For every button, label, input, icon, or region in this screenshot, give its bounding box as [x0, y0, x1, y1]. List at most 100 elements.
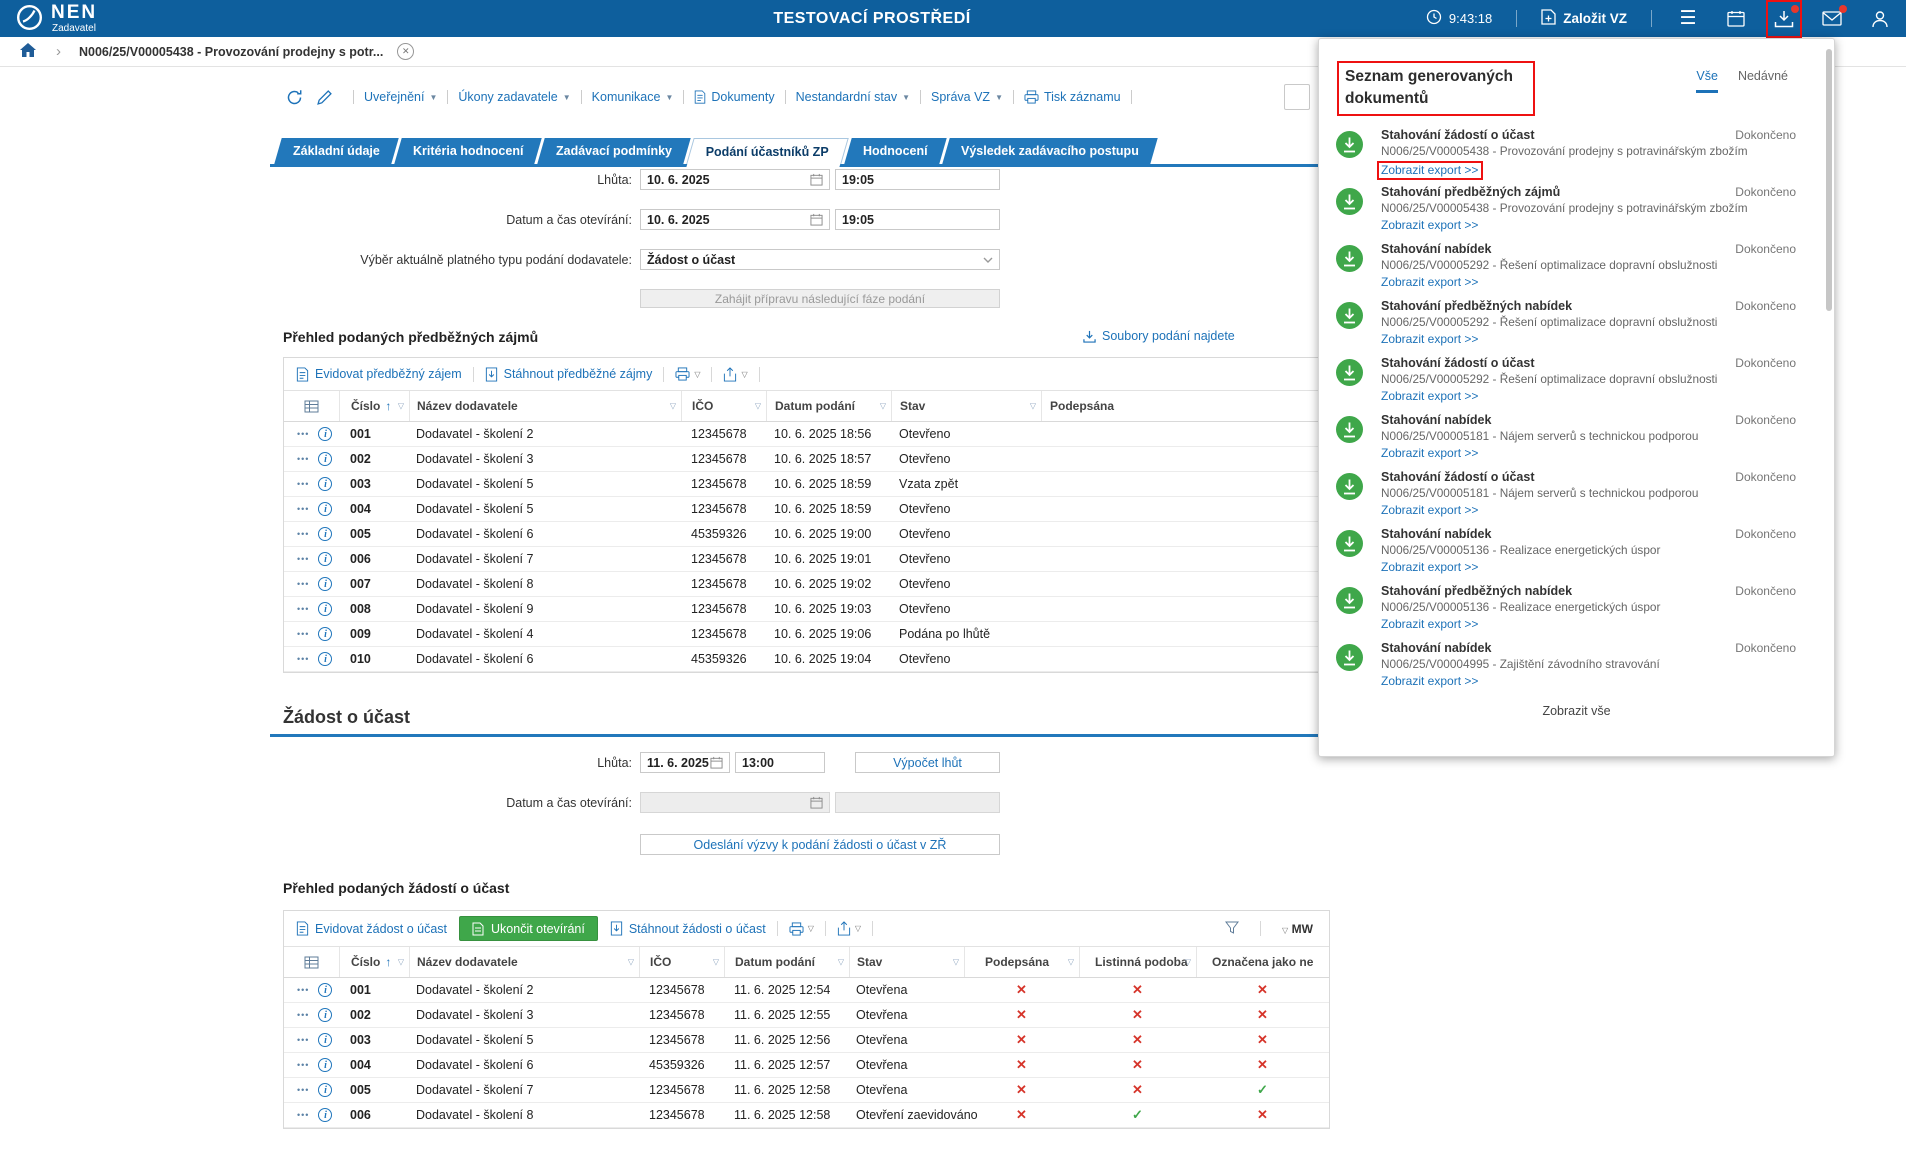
- row-info-icon[interactable]: i: [318, 577, 332, 591]
- column-cislo[interactable]: Číslo↑▽: [339, 391, 409, 421]
- oteviranai2-date-input[interactable]: [640, 792, 830, 813]
- row-info-icon[interactable]: i: [318, 1008, 332, 1022]
- menu-dokumenty[interactable]: Dokumenty: [694, 90, 774, 104]
- generated-document-item[interactable]: Stahování žádostí o účast Dokončeno N006…: [1319, 348, 1834, 405]
- menu-tisk-zaznamu[interactable]: Tisk záznamu: [1024, 90, 1121, 104]
- column-settings-header[interactable]: [284, 947, 339, 977]
- generated-document-item[interactable]: Stahování nabídek Dokončeno N006/25/V000…: [1319, 519, 1834, 576]
- column-cislo[interactable]: Číslo↑▽: [339, 947, 409, 977]
- tab-vse[interactable]: Vše: [1696, 69, 1718, 93]
- filter-caret-icon[interactable]: ▽: [398, 402, 404, 411]
- row-menu-button[interactable]: •••: [297, 1085, 309, 1095]
- tab-hodnoceni[interactable]: Hodnocení: [845, 138, 947, 164]
- sort-asc-icon[interactable]: ↑: [385, 955, 391, 969]
- oteviranai-time-input[interactable]: 19:05: [835, 209, 1000, 230]
- main-menu-button[interactable]: ☰: [1676, 6, 1700, 32]
- lhuta2-date-input[interactable]: 11. 6. 2025: [640, 752, 730, 773]
- export-button[interactable]: ▽: [837, 921, 861, 936]
- filter-caret-icon[interactable]: ▽: [713, 958, 719, 967]
- row-info-icon[interactable]: i: [318, 1058, 332, 1072]
- row-info-icon[interactable]: i: [318, 1033, 332, 1047]
- ukoncit-oteviranai-button[interactable]: Ukončit otevírání: [459, 916, 598, 941]
- column-nazev[interactable]: Název dodavatele▽: [409, 391, 681, 421]
- column-listinna-podoba[interactable]: Listinná podoba▽: [1079, 947, 1196, 977]
- zobrazit-export-link[interactable]: Zobrazit export >>: [1381, 617, 1478, 631]
- table-row[interactable]: ••• i 006 Dodavatel - školení 7 12345678…: [284, 547, 1329, 572]
- lhuta-time-input[interactable]: 19:05: [835, 169, 1000, 190]
- generated-document-item[interactable]: Stahování žádostí o účast Dokončeno N006…: [1319, 462, 1834, 519]
- lhuta-date-input[interactable]: 10. 6. 2025: [640, 169, 830, 190]
- menu-sprava-vz[interactable]: Správa VZ▼: [931, 90, 1003, 104]
- table-row[interactable]: ••• i 001 Dodavatel - školení 2 12345678…: [284, 422, 1329, 447]
- generated-document-item[interactable]: Stahování nabídek Dokončeno N006/25/V000…: [1319, 234, 1834, 291]
- filter-caret-icon[interactable]: ▽: [1068, 958, 1074, 967]
- stahnout-zajmy-button[interactable]: Stáhnout předběžné zájmy: [485, 367, 653, 382]
- filter-caret-icon[interactable]: ▽: [670, 402, 676, 411]
- row-info-icon[interactable]: i: [318, 427, 332, 441]
- row-info-icon[interactable]: i: [318, 627, 332, 641]
- messages-button[interactable]: [1820, 6, 1844, 32]
- generated-document-item[interactable]: Stahování nabídek Dokončeno N006/25/V000…: [1319, 405, 1834, 462]
- tab-zakladni-udaje[interactable]: Základní údaje: [274, 138, 398, 164]
- generated-document-item[interactable]: Stahování žádostí o účast Dokončeno N006…: [1319, 120, 1834, 177]
- filter-button[interactable]: [1225, 921, 1239, 937]
- menu-uverejneni[interactable]: Uveřejnění▼: [364, 90, 437, 104]
- table-row[interactable]: ••• i 004 Dodavatel - školení 6 45359326…: [284, 1053, 1329, 1078]
- zobrazit-export-link[interactable]: Zobrazit export >>: [1381, 389, 1478, 403]
- menu-nestandardni-stav[interactable]: Nestandardní stav▼: [796, 90, 910, 104]
- table-row[interactable]: ••• i 002 Dodavatel - školení 3 12345678…: [284, 1003, 1329, 1028]
- filter-caret-icon[interactable]: ▽: [880, 402, 886, 411]
- sort-asc-icon[interactable]: ↑: [385, 399, 391, 413]
- table-row[interactable]: ••• i 002 Dodavatel - školení 3 12345678…: [284, 447, 1329, 472]
- column-podepsana[interactable]: Podepsána▽: [1041, 391, 1329, 421]
- zahajit-pripravu-button[interactable]: Zahájit přípravu následující fáze podání: [640, 289, 1000, 308]
- breadcrumb-record[interactable]: N006/25/V00005438 - Provozování prodejny…: [79, 45, 383, 59]
- tab-nedavne[interactable]: Nedávné: [1738, 69, 1788, 93]
- history-icon[interactable]: [283, 86, 305, 108]
- table-row[interactable]: ••• i 010 Dodavatel - školení 6 45359326…: [284, 647, 1329, 672]
- filter-caret-icon[interactable]: ▽: [838, 958, 844, 967]
- table-row[interactable]: ••• i 005 Dodavatel - školení 7 12345678…: [284, 1078, 1329, 1103]
- column-datum-podani[interactable]: Datum podání▽: [724, 947, 849, 977]
- column-oznacena[interactable]: Označena jako ne: [1196, 947, 1329, 977]
- panel-scrollbar-thumb[interactable]: [1826, 49, 1832, 311]
- row-menu-button[interactable]: •••: [297, 1110, 309, 1120]
- row-menu-button[interactable]: •••: [297, 529, 309, 539]
- row-info-icon[interactable]: i: [318, 452, 332, 466]
- row-info-icon[interactable]: i: [318, 527, 332, 541]
- table-row[interactable]: ••• i 009 Dodavatel - školení 4 12345678…: [284, 622, 1329, 647]
- row-info-icon[interactable]: i: [318, 502, 332, 516]
- zobrazit-export-link[interactable]: Zobrazit export >>: [1381, 332, 1478, 346]
- menu-ukony-zadavatele[interactable]: Úkony zadavatele▼: [458, 90, 570, 104]
- column-settings-header[interactable]: [284, 391, 339, 421]
- tab-podani-ucastniku-zp[interactable]: Podání účastníků ZP: [687, 138, 849, 164]
- row-menu-button[interactable]: •••: [297, 654, 309, 664]
- generated-documents-button[interactable]: [1772, 6, 1796, 32]
- zobrazit-export-link[interactable]: Zobrazit export >>: [1381, 275, 1478, 289]
- nen-logo[interactable]: NEN Zadavatel: [16, 3, 97, 34]
- generated-document-item[interactable]: Stahování nabídek Dokončeno N006/25/V000…: [1319, 633, 1834, 690]
- soubory-podani-link[interactable]: Soubory podání najdete: [1083, 329, 1235, 343]
- row-menu-button[interactable]: •••: [297, 629, 309, 639]
- row-info-icon[interactable]: i: [318, 1108, 332, 1122]
- view-selector[interactable]: ▽ MW: [1282, 922, 1313, 936]
- column-ico[interactable]: IČO▽: [639, 947, 724, 977]
- generated-document-item[interactable]: Stahování předběžných nabídek Dokončeno …: [1319, 576, 1834, 633]
- generated-document-item[interactable]: Stahování předběžných zájmů Dokončeno N0…: [1319, 177, 1834, 234]
- table-row[interactable]: ••• i 008 Dodavatel - školení 9 12345678…: [284, 597, 1329, 622]
- oteviranai-date-input[interactable]: 10. 6. 2025: [640, 209, 830, 230]
- zobrazit-export-link[interactable]: Zobrazit export >>: [1381, 503, 1478, 517]
- row-info-icon[interactable]: i: [318, 983, 332, 997]
- calendar-button[interactable]: [1724, 6, 1748, 32]
- row-menu-button[interactable]: •••: [297, 604, 309, 614]
- filter-caret-icon[interactable]: ▽: [755, 402, 761, 411]
- edit-icon[interactable]: [313, 86, 335, 108]
- filter-caret-icon[interactable]: ▽: [1185, 958, 1191, 967]
- table-row[interactable]: ••• i 003 Dodavatel - školení 5 12345678…: [284, 1028, 1329, 1053]
- vypocet-lhut-button[interactable]: Výpočet lhůt: [855, 752, 1000, 773]
- row-info-icon[interactable]: i: [318, 1083, 332, 1097]
- typ-podani-select[interactable]: Žádost o účast: [640, 249, 1000, 270]
- row-menu-button[interactable]: •••: [297, 579, 309, 589]
- row-menu-button[interactable]: •••: [297, 1060, 309, 1070]
- table-row[interactable]: ••• i 007 Dodavatel - školení 8 12345678…: [284, 572, 1329, 597]
